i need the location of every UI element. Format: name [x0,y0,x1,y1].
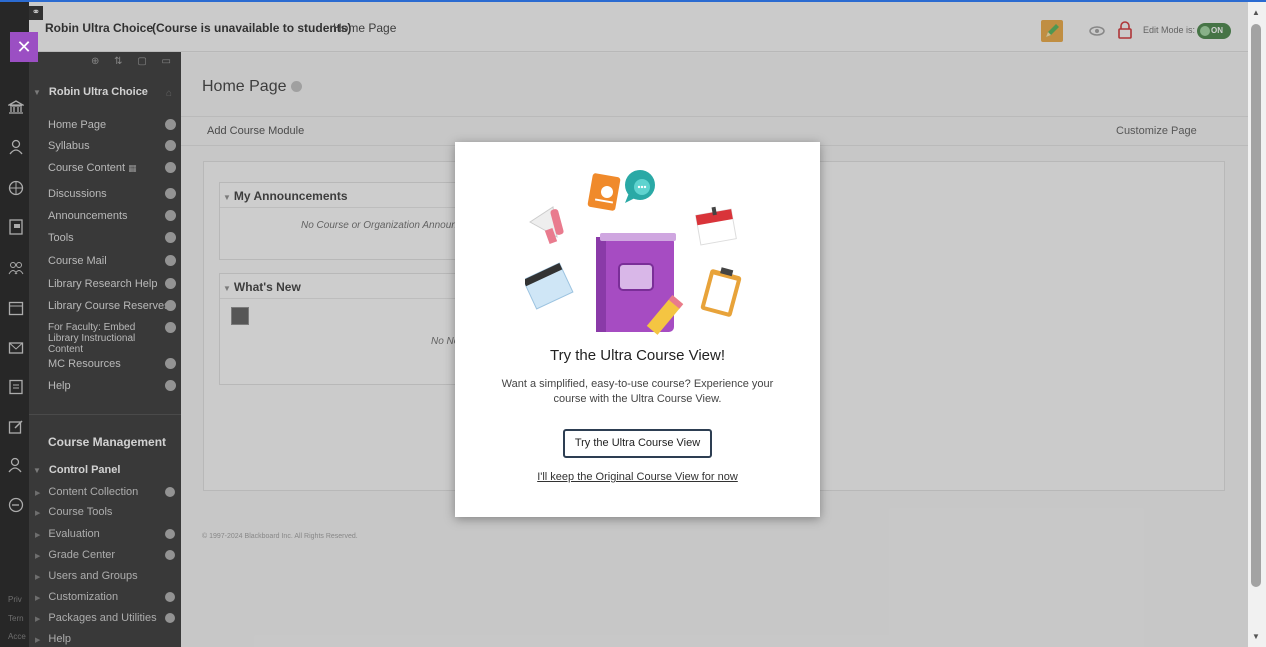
vertical-scrollbar[interactable]: ▲ ▼ [1248,2,1266,647]
megaphone-icon [529,206,564,244]
modal-description: Want a simplified, easy-to-use course? E… [501,378,774,405]
keep-original-link[interactable]: I'll keep the Original Course View for n… [455,471,820,483]
scroll-down-icon[interactable]: ▼ [1252,632,1260,641]
clipboard-icon [700,267,742,317]
chat-bubble-icon [625,170,655,203]
ultra-course-modal: Try the Ultra Course View! Want a simpli… [455,142,820,517]
modal-title: Try the Ultra Course View! [549,347,726,364]
try-ultra-button[interactable]: Try the Ultra Course View [563,429,712,458]
document-icon [587,173,621,211]
scroll-thumb[interactable] [1251,24,1261,587]
calendar-icon [695,206,737,246]
close-menu-button[interactable]: ✕ [10,32,38,62]
browser-window-icon [525,262,574,310]
scroll-up-icon[interactable]: ▲ [1252,8,1260,17]
ultra-illustration [525,170,742,335]
